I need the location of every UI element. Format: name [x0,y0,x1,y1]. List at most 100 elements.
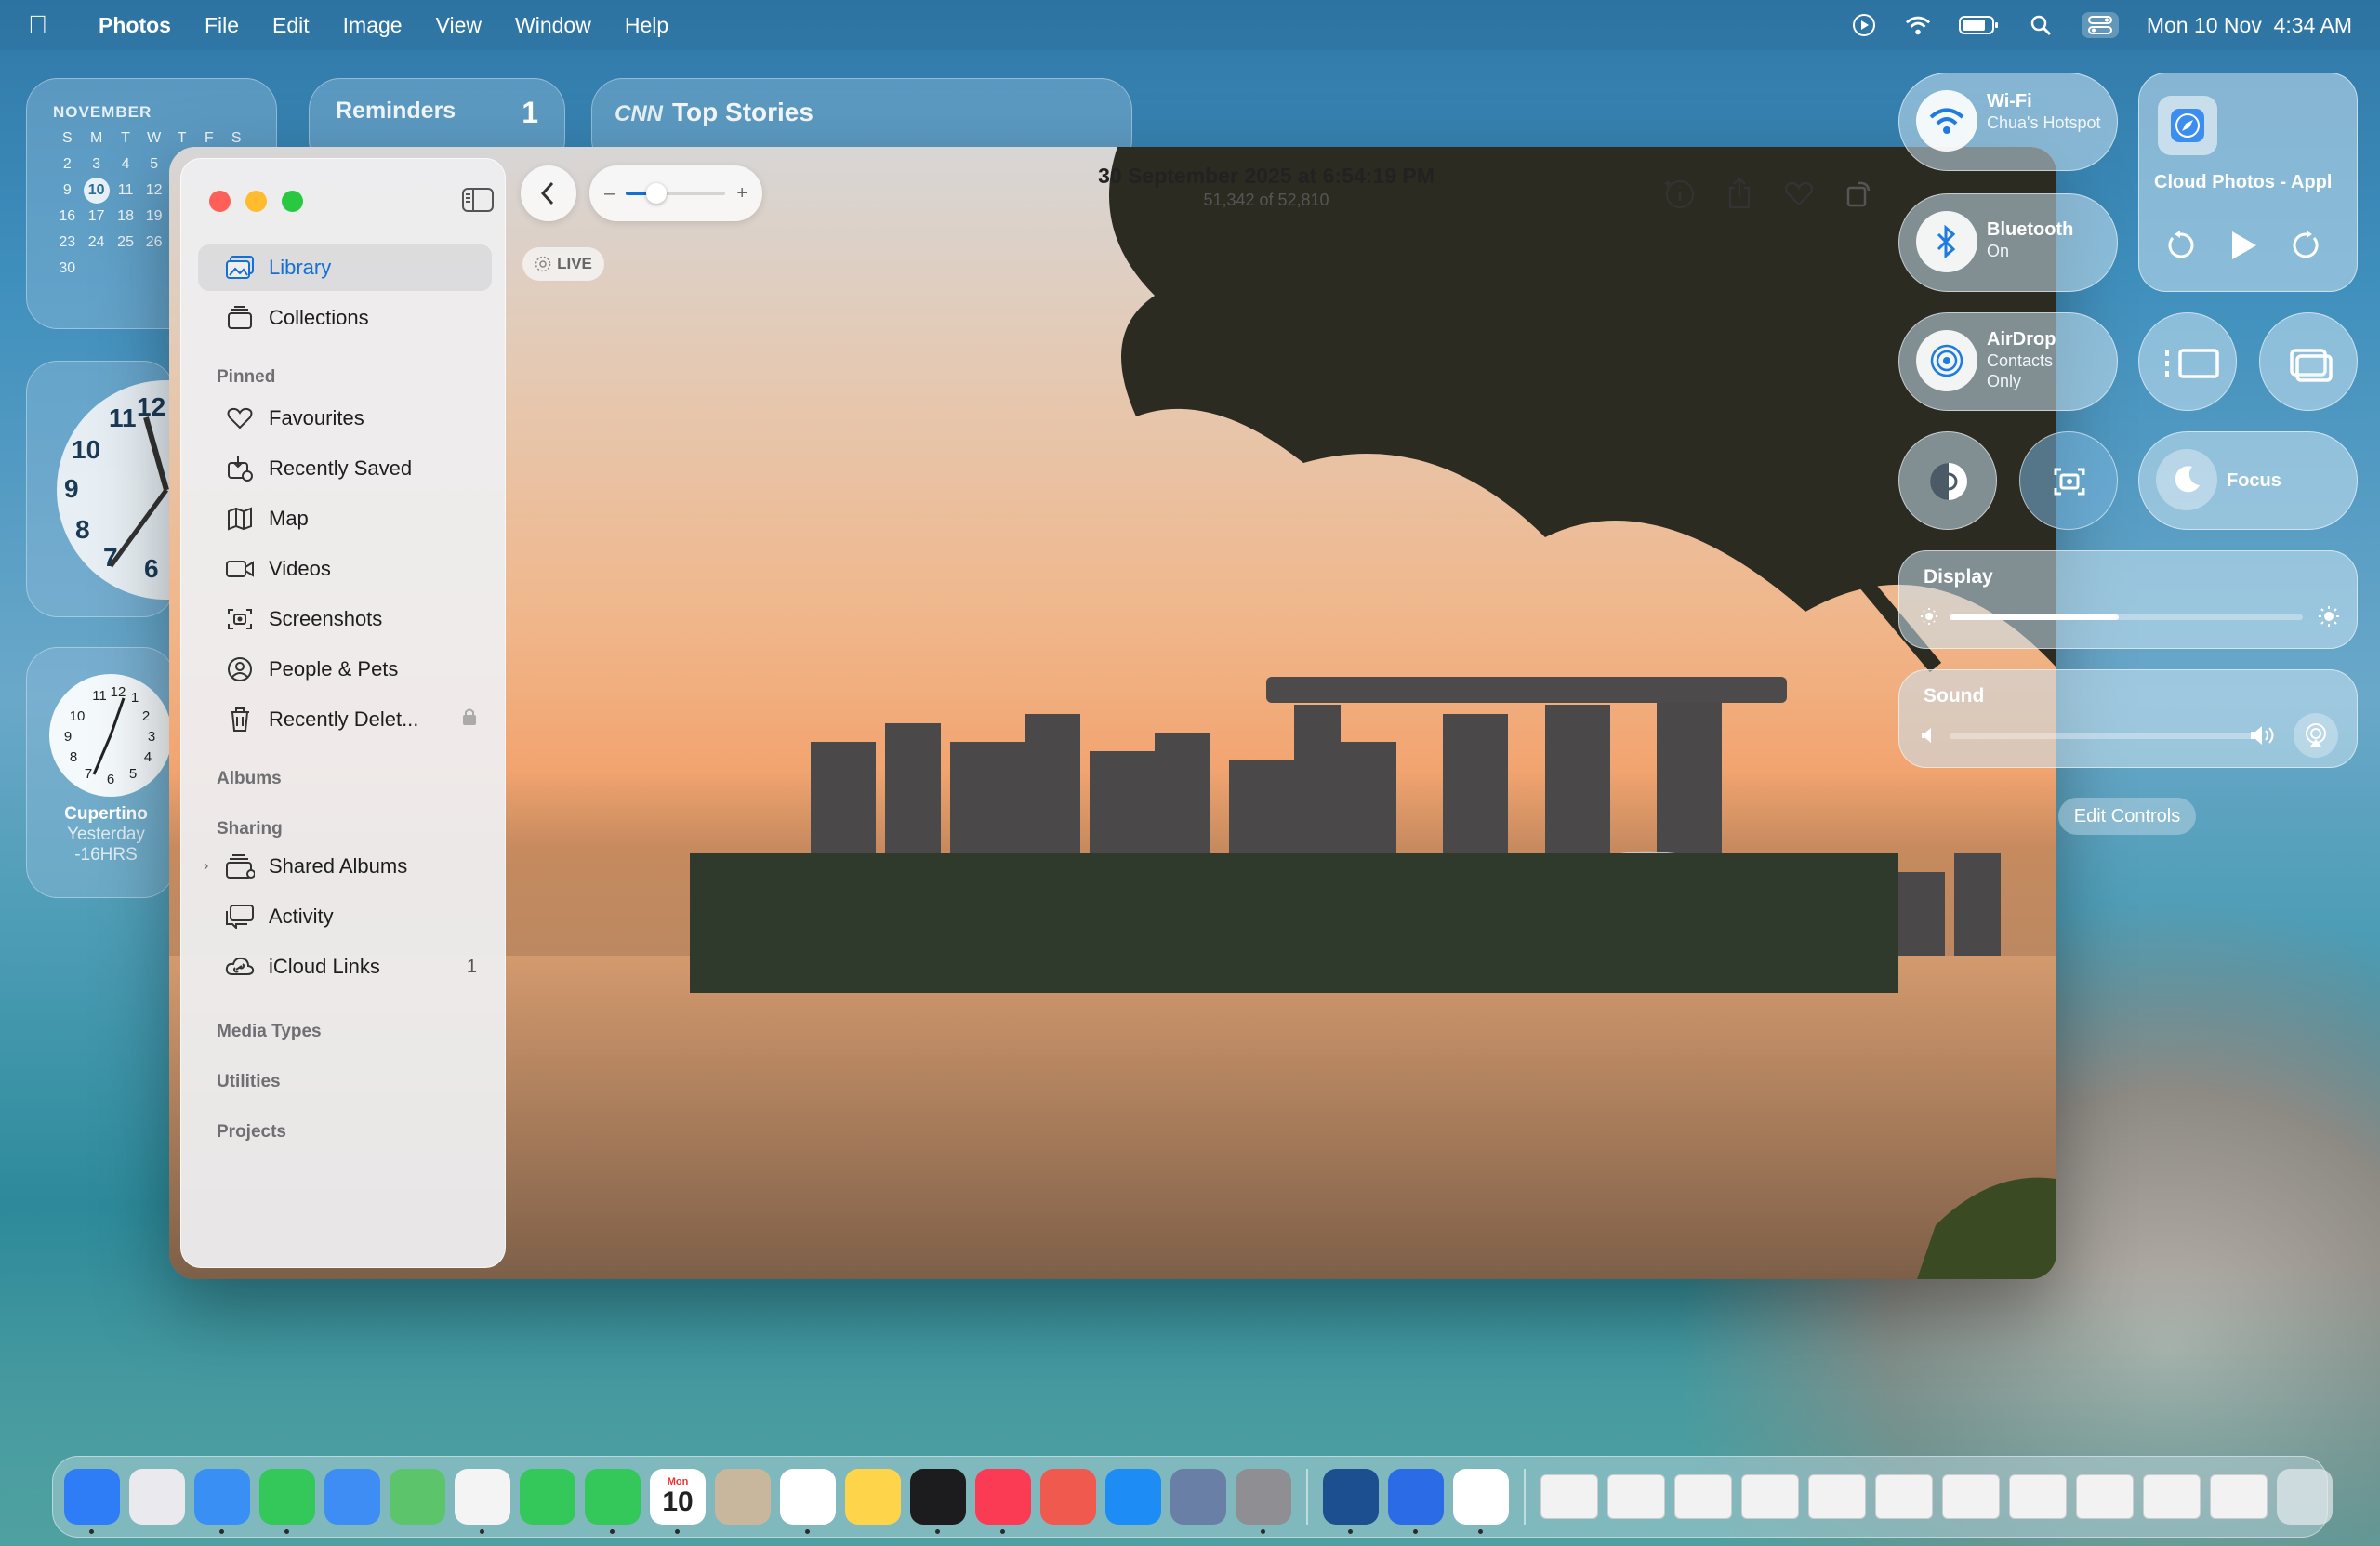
section-media-types[interactable]: Media Types [217,1022,322,1042]
sidebar-item-icloud-links[interactable]: iCloud Links 1 [198,944,492,990]
close-button[interactable] [209,191,231,212]
dock-app-photos[interactable] [455,1469,510,1534]
dock-app-finder[interactable] [64,1469,120,1534]
dock-app-iphone-mirroring[interactable] [1170,1469,1226,1525]
dock-app-virtualbox[interactable] [1323,1469,1379,1534]
cc-stage-manager-button[interactable] [2138,312,2237,411]
battery-icon[interactable] [1958,12,2000,38]
share-button[interactable] [1720,174,1759,213]
dock-app-maps[interactable] [390,1469,445,1525]
menu-app-name[interactable]: Photos [99,13,171,38]
dock-minimized-window[interactable] [1540,1474,1598,1519]
dock-app-launchpad[interactable] [129,1469,185,1525]
cc-screenshot-button[interactable] [2019,431,2118,530]
section-projects[interactable]: Projects [217,1122,286,1143]
dock-app-mail[interactable] [324,1469,380,1525]
spotlight-search-icon[interactable] [2028,12,2054,38]
zoom-knob[interactable] [645,183,667,204]
dock-app-phone[interactable] [585,1469,641,1534]
play-icon[interactable] [2228,230,2258,261]
menubar-clock[interactable]: Mon 10 Nov 4:34 AM [2147,13,2352,38]
back-button[interactable] [521,165,576,221]
sidebar-item-recently-saved[interactable]: Recently Saved [198,445,492,492]
apple-menu-icon[interactable]:  [28,10,65,40]
dock-minimized-window[interactable] [1741,1474,1799,1519]
cc-screen-mirroring-button[interactable] [2259,312,2358,411]
wifi-icon[interactable] [1905,12,1931,38]
sidebar-item-library[interactable]: Library [198,244,492,291]
zoom-slider[interactable]: – + [589,165,762,221]
dock-app-rocket[interactable] [1040,1469,1096,1525]
sidebar-item-collections[interactable]: Collections [198,295,492,341]
dock-app-system-settings[interactable] [1236,1469,1291,1534]
rotate-button[interactable] [1839,174,1878,213]
dock-app-contacts[interactable] [715,1469,771,1525]
cc-airdrop-tile[interactable]: AirDrop Contacts Only [1898,312,2118,411]
dock-minimized-window[interactable] [1875,1474,1933,1519]
section-pinned[interactable]: Pinned [217,367,275,388]
menu-file[interactable]: File [205,13,239,38]
dock-minimized-window[interactable] [2009,1474,2067,1519]
cc-display-module[interactable]: Display [1898,550,2358,649]
sidebar-item-shared-albums[interactable]: › Shared Albums [198,843,492,890]
dock-app-notes[interactable] [845,1469,901,1525]
cc-focus-tile[interactable]: Focus [2138,431,2358,530]
zoom-in-label[interactable]: + [736,183,747,205]
airdrop-toggle[interactable] [1916,330,1977,391]
zoom-track[interactable] [626,183,726,204]
airplay-audio-button[interactable] [2294,713,2338,758]
zoom-out-label[interactable]: – [604,183,615,205]
sidebar-item-people-pets[interactable]: People & Pets [198,646,492,693]
dock-app-quicktime[interactable] [1388,1469,1444,1534]
cc-sound-module[interactable]: Sound [1898,669,2358,768]
cc-bluetooth-tile[interactable]: Bluetooth On [1898,193,2118,292]
dock-minimized-window[interactable] [2210,1474,2268,1519]
cc-wifi-tile[interactable]: Wi-Fi Chua's Hotspot [1898,73,2118,171]
dock-minimized-window[interactable] [2143,1474,2201,1519]
zoom-button[interactable] [282,191,303,212]
dock-trash-icon[interactable] [2277,1469,2333,1525]
skip-forward-icon[interactable] [2292,231,2321,260]
dock-minimized-window[interactable] [1942,1474,2000,1519]
dock-app-calendar[interactable]: Mon 10 [650,1469,706,1534]
minimize-button[interactable] [245,191,267,212]
clock-widget[interactable]: 11 12 10 9 8 7 6 [26,361,175,617]
section-sharing[interactable]: Sharing [217,819,283,839]
dock-minimized-window[interactable] [2076,1474,2134,1519]
dock-minimized-window[interactable] [1808,1474,1866,1519]
dock-app-facetime[interactable] [520,1469,575,1525]
wifi-toggle[interactable] [1916,90,1977,152]
favourite-button[interactable] [1779,174,1818,213]
dock-app-tv[interactable] [910,1469,966,1534]
dock-minimized-window[interactable] [1607,1474,1665,1519]
live-photo-badge[interactable]: LIVE [522,247,604,281]
dock-app-messages[interactable] [259,1469,315,1534]
menu-view[interactable]: View [436,13,482,38]
info-button[interactable] [1660,174,1699,213]
dock-app-app-store[interactable] [1105,1469,1161,1525]
world-clock-widget[interactable]: 11 12 1 10 2 9 3 8 4 7 6 5 Cupertino Yes… [26,647,175,898]
control-center-icon[interactable] [2081,12,2119,38]
section-utilities[interactable]: Utilities [217,1072,281,1092]
cc-now-playing-tile[interactable]: Cloud Photos - Appl [2138,73,2358,292]
sidebar-toggle-icon[interactable] [462,187,494,213]
section-albums[interactable]: Albums [217,769,282,789]
bluetooth-toggle[interactable] [1916,211,1977,272]
menu-window[interactable]: Window [515,13,591,38]
sidebar-item-screenshots[interactable]: Screenshots [198,596,492,642]
cc-accessibility-button[interactable] [1898,431,1997,530]
sidebar-item-recently-deleted[interactable]: Recently Delet... [198,696,492,743]
skip-back-icon[interactable] [2165,231,2195,260]
sidebar-item-favourites[interactable]: Favourites [198,395,492,442]
dock-app-music[interactable] [975,1469,1031,1534]
menu-help[interactable]: Help [625,13,668,38]
focus-toggle[interactable] [2156,449,2217,510]
sidebar-item-activity[interactable]: Activity [198,893,492,940]
volume-slider[interactable] [1950,733,2256,739]
disclosure-chevron-icon[interactable]: › [204,858,208,875]
menu-edit[interactable]: Edit [272,13,310,38]
dock-app-reminders[interactable] [780,1469,836,1534]
now-playing-icon[interactable] [1851,12,1877,38]
sidebar-item-map[interactable]: Map [198,496,492,542]
dock-app-safari[interactable] [194,1469,250,1534]
